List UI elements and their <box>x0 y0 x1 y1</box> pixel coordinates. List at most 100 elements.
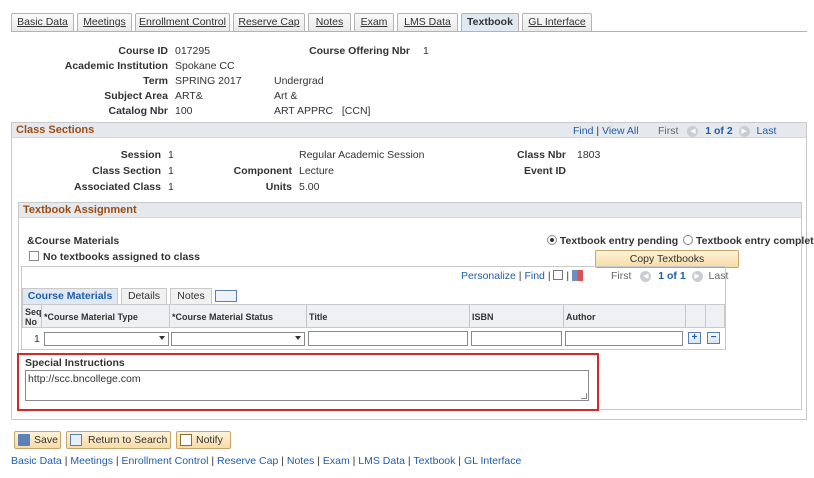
col-add <box>686 305 706 328</box>
material-status-select[interactable] <box>171 332 305 346</box>
row-seq: 1 <box>34 333 40 345</box>
course-id-value: 017295 <box>175 45 211 57</box>
return-icon <box>70 434 82 446</box>
tab-label: Basic Data <box>17 16 68 28</box>
tab-label: LMS Data <box>404 16 451 28</box>
associated-class-value: 1 <box>168 181 174 193</box>
tab-label: Enrollment Control <box>139 16 226 28</box>
subtab-details[interactable]: Details <box>121 288 167 304</box>
first-label: First <box>658 125 679 137</box>
institution-value: Spokane CC <box>175 60 235 72</box>
subtab-course-materials[interactable]: Course Materials <box>22 288 118 304</box>
save-button[interactable]: Save <box>14 431 61 449</box>
notify-button[interactable]: Notify <box>176 431 231 449</box>
material-type-select[interactable] <box>44 332 169 346</box>
col-material-status: *Course Material Status <box>170 305 307 328</box>
subtab-notes[interactable]: Notes <box>170 288 212 304</box>
entry-pending-radio[interactable] <box>547 235 557 245</box>
tab-enrollment-control[interactable]: Enrollment Control <box>135 13 230 31</box>
class-section-label: Class Section <box>92 165 161 177</box>
catalog-value: 100 <box>175 105 193 117</box>
tab-lms-data[interactable]: LMS Data <box>397 13 458 31</box>
footer-link-gl-interface[interactable]: GL Interface <box>464 455 521 467</box>
offering-value: 1 <box>423 45 429 57</box>
no-textbooks-checkbox[interactable] <box>29 251 39 261</box>
last-link[interactable]: Last <box>757 125 777 137</box>
footer-link-meetings[interactable]: Meetings <box>70 455 113 467</box>
career-value: Undergrad <box>274 75 324 87</box>
course-materials-grid: Course Materials Details Notes Seq No *C… <box>21 266 726 328</box>
tab-textbook[interactable]: Textbook <box>461 13 519 32</box>
add-row-button[interactable]: + <box>688 332 701 344</box>
entry-complete-label: Textbook entry complete <box>696 235 814 247</box>
units-label: Units <box>265 181 292 193</box>
col-title: Title <box>307 305 470 328</box>
delete-row-button[interactable]: − <box>707 332 720 344</box>
entry-complete-radio[interactable] <box>683 235 694 245</box>
footer-link-notes[interactable]: Notes <box>287 455 314 467</box>
notify-label: Notify <box>196 434 223 446</box>
subject-label: Subject Area <box>104 90 168 102</box>
footer-link-enrollment-control[interactable]: Enrollment Control <box>122 455 209 467</box>
tab-basic-data[interactable]: Basic Data <box>11 13 74 31</box>
title-input[interactable] <box>308 331 468 346</box>
chevron-down-icon <box>159 336 165 340</box>
textbook-title: Textbook Assignment <box>23 204 137 216</box>
chevron-down-icon <box>295 336 301 340</box>
class-nbr-label: Class Nbr <box>516 149 566 161</box>
session-desc: Regular Academic Session <box>299 149 425 161</box>
entry-status-radios: Textbook entry pending Textbook entry co… <box>547 235 814 247</box>
course-materials-label: &Course Materials <box>27 235 120 247</box>
term-label: Term <box>143 75 168 87</box>
tab-exam[interactable]: Exam <box>354 13 394 31</box>
class-section-value: 1 <box>168 165 174 177</box>
previous-icon[interactable]: ◀ <box>687 125 699 137</box>
separator: | <box>596 125 600 137</box>
save-icon <box>18 434 30 446</box>
textbook-assignment-panel: Textbook Assignment &Course Materials No… <box>17 202 814 411</box>
special-instructions-text: http://scc.bncollege.com <box>28 373 141 385</box>
tab-label: Reserve Cap <box>238 16 300 28</box>
tab-meetings[interactable]: Meetings <box>77 13 132 31</box>
footer-link-lms-data[interactable]: LMS Data <box>358 455 405 467</box>
page-count: 1 of 2 <box>705 125 733 137</box>
col-author: Author <box>564 305 686 328</box>
session-value: 1 <box>168 149 174 161</box>
save-label: Save <box>34 434 58 446</box>
session-label: Session <box>120 149 161 161</box>
view-all-link[interactable]: View All <box>602 125 639 137</box>
class-sections-header: Class Sections Find | View All First ◀ 1… <box>12 123 806 138</box>
textbook-header: Textbook Assignment <box>19 203 801 218</box>
footer-link-basic-data[interactable]: Basic Data <box>11 455 62 467</box>
special-instructions-highlight: Special Instructions http://scc.bncolleg… <box>17 353 599 411</box>
col-isbn: ISBN <box>470 305 564 328</box>
resize-handle[interactable] <box>581 393 587 399</box>
next-icon[interactable]: ▶ <box>738 125 750 137</box>
class-nbr-value: 1803 <box>577 149 601 161</box>
offering-label: Course Offering Nbr <box>309 45 410 57</box>
return-to-search-button[interactable]: Return to Search <box>66 431 171 449</box>
footer-link-exam[interactable]: Exam <box>323 455 350 467</box>
class-sections-pager: First ◀ 1 of 2 ▶ Last <box>658 125 776 137</box>
author-input[interactable] <box>565 331 683 346</box>
isbn-input[interactable] <box>471 331 562 346</box>
component-label: Component <box>233 165 292 177</box>
catalog-label: Catalog Nbr <box>108 105 168 117</box>
footer-link-textbook[interactable]: Textbook <box>413 455 455 467</box>
footer-link-reserve-cap[interactable]: Reserve Cap <box>217 455 278 467</box>
special-instructions-textarea[interactable]: http://scc.bncollege.com <box>25 370 589 401</box>
catalog-desc: ART APPRC [CCN] <box>274 105 371 117</box>
tab-label: Textbook <box>467 16 513 28</box>
component-value: Lecture <box>299 165 335 177</box>
tab-gl-interface[interactable]: GL Interface <box>522 13 592 31</box>
show-all-columns-icon[interactable] <box>215 290 237 302</box>
tab-reserve-cap[interactable]: Reserve Cap <box>233 13 305 31</box>
find-link[interactable]: Find <box>573 125 593 137</box>
class-sections-panel: Class Sections Find | View All First ◀ 1… <box>11 122 814 420</box>
table-row: 1 <box>21 328 726 350</box>
tab-divider <box>11 31 807 32</box>
tab-label: Meetings <box>83 16 126 28</box>
institution-label: Academic Institution <box>64 60 168 72</box>
grid-subtabs: Course Materials Details Notes <box>22 288 727 304</box>
tab-notes[interactable]: Notes <box>308 13 351 31</box>
